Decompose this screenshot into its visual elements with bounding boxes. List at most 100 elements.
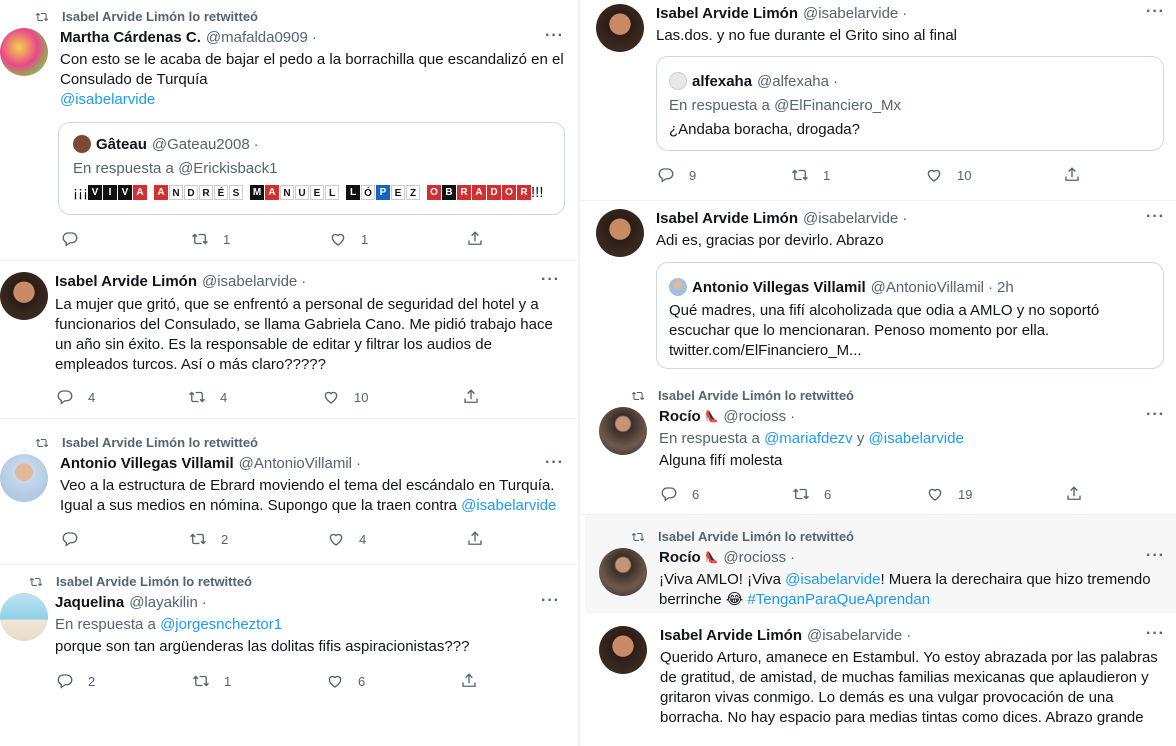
share-button[interactable]: [1063, 166, 1081, 184]
tweet-rocio-1[interactable]: Isabel Arvide Limón lo retwitteó Rocío 👠…: [580, 379, 1176, 515]
author-handle[interactable]: @rocioss: [723, 408, 786, 425]
reply-button[interactable]: 4: [56, 388, 95, 406]
tweet-martha[interactable]: Isabel Arvide Limón lo retwitteó Martha …: [0, 0, 578, 261]
more-options-icon[interactable]: ···: [541, 592, 560, 610]
retweet-button[interactable]: 4: [188, 388, 227, 406]
tweet-isabel-2[interactable]: Isabel Arvide Limón @isabelarvide · ··· …: [580, 0, 1176, 201]
quoted-tweet[interactable]: alfexaha @alfexaha · En respuesta a @ElF…: [656, 56, 1164, 151]
letter-badge: Ó: [361, 185, 375, 200]
avatar[interactable]: [599, 548, 647, 596]
letter-badge: A: [133, 185, 147, 200]
reply-button[interactable]: 9: [657, 166, 696, 184]
quoted-tweet[interactable]: Gâteau @Gateau2008 · En respuesta a @Eri…: [58, 122, 565, 215]
mention-link[interactable]: @jorgesncheztor1: [160, 616, 282, 633]
tweet-text: ¡Viva AMLO! ¡Viva @isabelarvide! Muera l…: [659, 571, 1151, 608]
tweet-header: Jaquelina @layakilin ·: [55, 594, 207, 611]
hashtag-link[interactable]: #TenganParaQueAprendan: [747, 591, 930, 608]
like-button[interactable]: 6: [326, 672, 365, 690]
letter-badge: R: [457, 185, 471, 200]
heart-icon: [327, 530, 345, 548]
avatar[interactable]: [599, 407, 647, 455]
like-button[interactable]: 19: [926, 485, 972, 503]
share-button[interactable]: [1065, 485, 1083, 503]
author-handle[interactable]: @rocioss: [723, 549, 786, 566]
retweet-button[interactable]: 1: [791, 166, 830, 184]
tweet-jaquelina[interactable]: Isabel Arvide Limón lo retwitteó Jaqueli…: [0, 565, 578, 746]
tweet-rocio-2[interactable]: Isabel Arvide Limón lo retwitteó Rocío 👠…: [585, 515, 1176, 613]
avatar[interactable]: [0, 272, 48, 320]
more-options-icon[interactable]: ···: [1146, 3, 1165, 21]
more-options-icon[interactable]: ···: [541, 271, 560, 289]
mention-link[interactable]: @isabelarvide: [60, 90, 570, 110]
more-options-icon[interactable]: ···: [545, 454, 564, 472]
more-options-icon[interactable]: ···: [1146, 547, 1165, 565]
mention-link[interactable]: @isabelarvide: [461, 497, 556, 514]
tweet-actions: 9 1 10: [657, 165, 1097, 185]
tweet-isabel-4[interactable]: Isabel Arvide Limón @isabelarvide · ··· …: [580, 613, 1176, 746]
avatar[interactable]: [0, 454, 48, 502]
mention-link[interactable]: @mariafdezv: [764, 430, 853, 447]
author-name[interactable]: Rocío: [659, 408, 701, 425]
author-name[interactable]: Isabel Arvide Limón: [656, 210, 798, 227]
tweet-isabel-3[interactable]: Isabel Arvide Limón @isabelarvide · ··· …: [580, 201, 1176, 379]
more-options-icon[interactable]: ···: [1146, 406, 1165, 424]
author-handle[interactable]: @layakilin: [129, 594, 198, 611]
tweet-text: Las.dos. y no fue durante el Grito sino …: [656, 27, 958, 44]
like-button[interactable]: 4: [327, 530, 366, 548]
tweet-actions: 4 4 10: [56, 387, 496, 407]
avatar[interactable]: [0, 28, 48, 76]
more-options-icon[interactable]: ···: [1146, 625, 1165, 643]
left-column: Isabel Arvide Limón lo retwitteó Martha …: [0, 0, 578, 746]
tweet-antonio[interactable]: Isabel Arvide Limón lo retwitteó Antonio…: [0, 419, 578, 565]
avatar[interactable]: [0, 593, 48, 641]
reply-button[interactable]: [61, 530, 93, 548]
author-name[interactable]: Jaquelina: [55, 594, 124, 611]
like-button[interactable]: 10: [925, 166, 971, 184]
share-icon: [460, 672, 478, 690]
author-handle[interactable]: @mafalda0909: [206, 29, 308, 46]
heart-icon: [925, 166, 943, 184]
author-handle[interactable]: @isabelarvide: [803, 210, 898, 227]
mention-link[interactable]: @isabelarvide: [785, 571, 880, 588]
tweet-text: Querido Arturo, amanece en Estambul. Yo …: [660, 649, 1158, 726]
share-button[interactable]: [462, 388, 480, 406]
like-button[interactable]: 1: [329, 230, 368, 248]
author-handle[interactable]: @isabelarvide: [807, 627, 902, 644]
reply-button[interactable]: 6: [660, 485, 699, 503]
quoted-tweet[interactable]: Antonio Villegas Villamil @AntonioVillam…: [656, 262, 1164, 369]
tweet-actions: 1 1: [61, 229, 501, 249]
avatar[interactable]: [596, 209, 644, 257]
tweet-isabel-1[interactable]: Isabel Arvide Limón @isabelarvide · ··· …: [0, 261, 578, 419]
share-button[interactable]: [460, 672, 478, 690]
author-handle[interactable]: @isabelarvide: [803, 5, 898, 22]
retweet-button[interactable]: 1: [191, 230, 230, 248]
letter-badge: A: [265, 185, 279, 200]
share-button[interactable]: [466, 530, 484, 548]
retweet-button[interactable]: 2: [189, 530, 228, 548]
retweet-button[interactable]: 6: [792, 485, 831, 503]
author-name[interactable]: Martha Cárdenas C.: [60, 29, 201, 46]
avatar[interactable]: [599, 626, 647, 674]
mention-link[interactable]: @isabelarvide: [869, 430, 964, 447]
reply-icon: [61, 530, 79, 548]
author-name[interactable]: Antonio Villegas Villamil: [60, 455, 234, 472]
share-icon: [462, 388, 480, 406]
share-button[interactable]: [466, 230, 484, 248]
more-options-icon[interactable]: ···: [1146, 208, 1165, 226]
author-name[interactable]: Rocío: [659, 549, 701, 566]
like-button[interactable]: 10: [322, 388, 368, 406]
more-options-icon[interactable]: ···: [545, 27, 564, 45]
author-name[interactable]: Isabel Arvide Limón: [55, 273, 197, 290]
tweet-text: La mujer que gritó, que se enfrentó a pe…: [55, 296, 553, 373]
retweet-button[interactable]: 1: [192, 672, 231, 690]
author-handle[interactable]: @AntonioVillamil: [239, 455, 352, 472]
retweet-icon: [28, 575, 44, 589]
avatar[interactable]: [596, 4, 644, 52]
author-name[interactable]: Isabel Arvide Limón: [656, 5, 798, 22]
author-handle[interactable]: @isabelarvide: [202, 273, 297, 290]
letter-badge: D: [184, 185, 198, 200]
reply-button[interactable]: [61, 230, 93, 248]
author-name[interactable]: Isabel Arvide Limón: [660, 627, 802, 644]
reply-button[interactable]: 2: [56, 672, 95, 690]
tweet-header: Isabel Arvide Limón @isabelarvide ·: [55, 273, 307, 290]
